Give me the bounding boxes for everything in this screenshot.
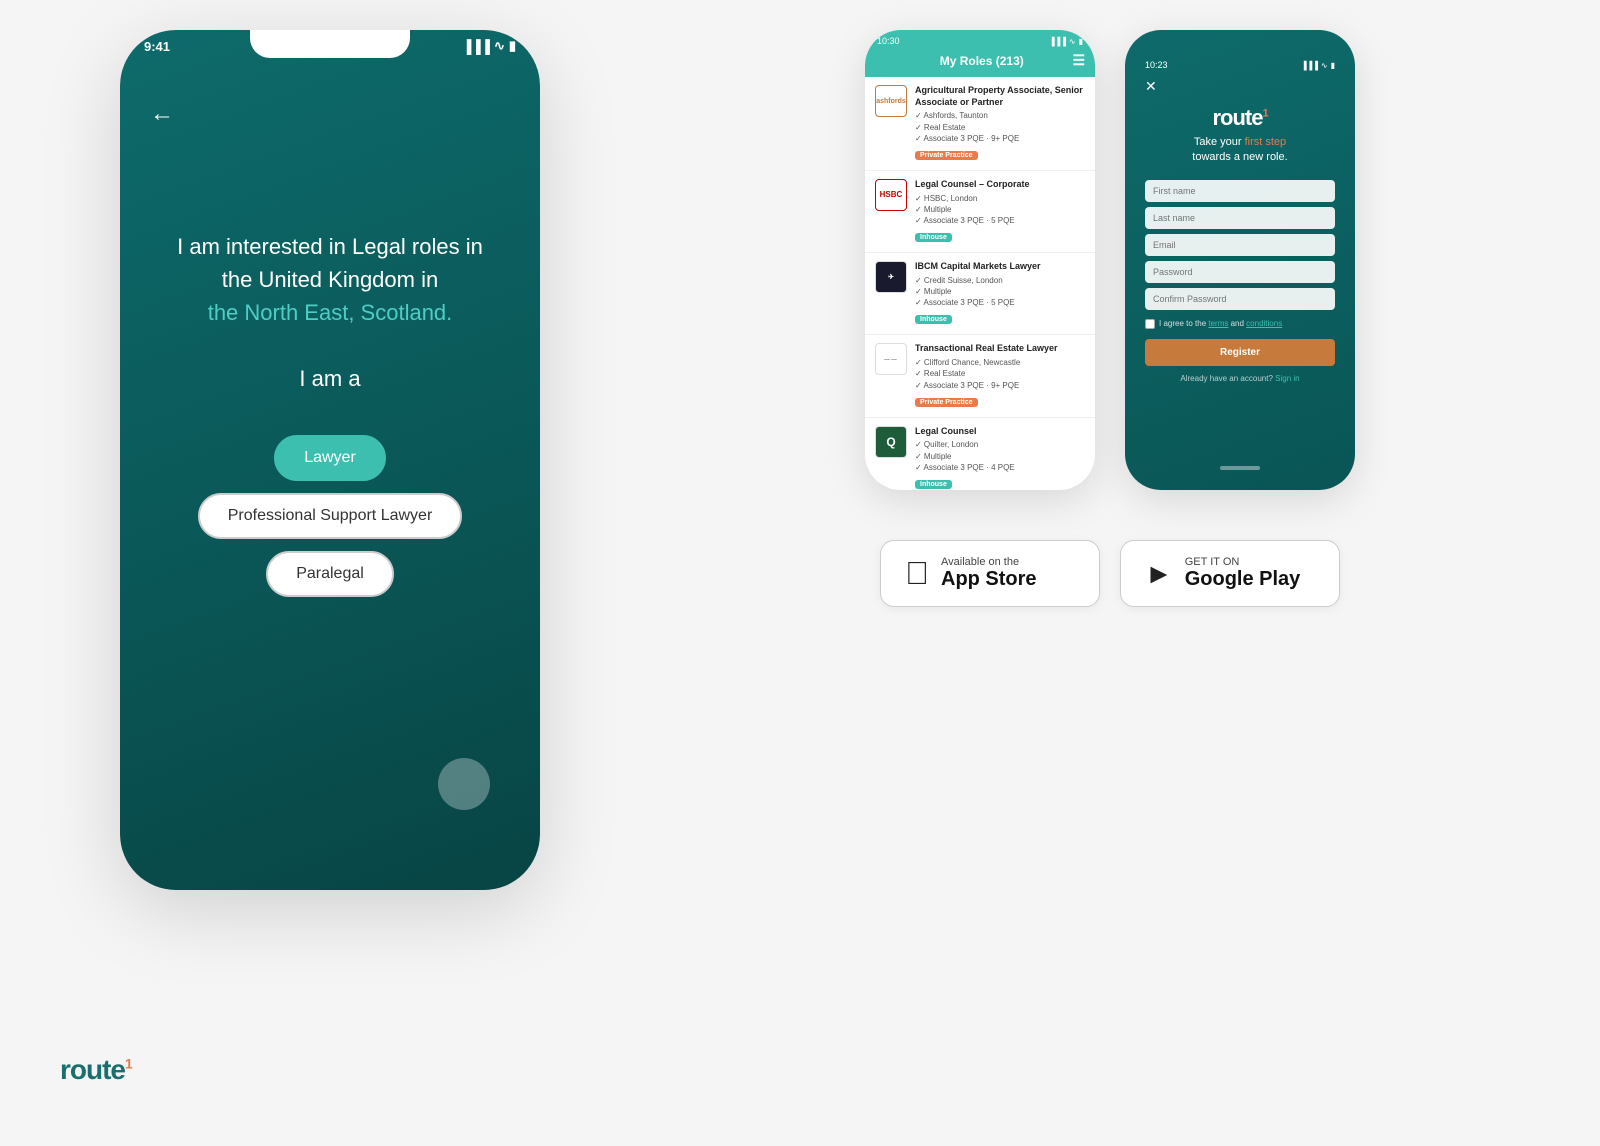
password-input[interactable] — [1145, 261, 1335, 283]
app-store-big: App Store — [941, 568, 1037, 591]
wifi-reg: ∿ — [1321, 61, 1328, 70]
brand-name: route — [60, 1054, 125, 1085]
terms-checkbox-row: I agree to the terms and conditions — [1145, 319, 1335, 329]
role-tag-1: Private Practice — [915, 151, 978, 160]
progress-indicator — [438, 758, 490, 810]
role-logo-3: ✈ — [875, 261, 907, 293]
store-buttons:  Available on the App Store ► GET IT ON… — [680, 540, 1540, 607]
role-info-5: Legal Counsel ✓ Quilter, London ✓ Multip… — [915, 426, 1085, 490]
reg-screen: 10:23 ▐▐▐ ∿ ▮ ✕ route1 Take your first s… — [1125, 30, 1355, 490]
battery-icon: ▮ — [509, 38, 516, 54]
app-store-small: Available on the — [941, 556, 1037, 568]
terms-checkbox[interactable] — [1145, 319, 1155, 329]
role-item-1[interactable]: ashfords Agricultural Property Associate… — [865, 77, 1095, 171]
brand-name-reg: route — [1212, 105, 1262, 130]
phone-left-screen: 9:41 ▐▐▐ ∿ ▮ ← I am interested in Legal … — [120, 30, 540, 890]
close-button[interactable]: ✕ — [1145, 78, 1157, 95]
paralegal-button[interactable]: Paralegal — [266, 551, 394, 597]
phone-reg: 10:23 ▐▐▐ ∿ ▮ ✕ route1 Take your first s… — [1125, 30, 1355, 490]
home-indicator-reg — [1220, 466, 1260, 470]
role-item-5[interactable]: Q Legal Counsel ✓ Quilter, London ✓ Mult… — [865, 418, 1095, 490]
psl-button[interactable]: Professional Support Lawyer — [198, 493, 463, 539]
role-tag-3: Inhouse — [915, 315, 952, 324]
role-buttons: Lawyer Professional Support Lawyer Paral… — [120, 435, 540, 597]
time-mid: 10:30 — [877, 36, 900, 46]
google-play-text: GET IT ON Google Play — [1185, 556, 1301, 591]
role-title-1: Agricultural Property Associate, Senior … — [915, 85, 1085, 108]
phone-left: 9:41 ▐▐▐ ∿ ▮ ← I am interested in Legal … — [120, 30, 540, 890]
role-tag-5: Inhouse — [915, 480, 952, 489]
battery-mid: ▮ — [1079, 37, 1083, 46]
time-reg: 10:23 — [1145, 60, 1168, 70]
brand-sup-reg: 1 — [1262, 108, 1267, 120]
role-item-4[interactable]: …… Transactional Real Estate Lawyer ✓ Cl… — [865, 335, 1095, 417]
last-name-input[interactable] — [1145, 207, 1335, 229]
sub-text: I am a — [299, 366, 360, 391]
main-question: I am interested in Legal roles in the Un… — [137, 230, 523, 395]
wifi-icon: ∿ — [494, 38, 505, 54]
phone-mid: 10:30 ▐▐▐ ∿ ▮ My Roles (213) ☰ ashfords … — [865, 30, 1095, 490]
register-button[interactable]: Register — [1145, 339, 1335, 366]
phones-row: 10:30 ▐▐▐ ∿ ▮ My Roles (213) ☰ ashfords … — [680, 30, 1540, 490]
main-text-line1: I am interested in Legal roles in — [177, 234, 483, 259]
signal-reg: ▐▐▐ — [1301, 61, 1318, 70]
role-title-4: Transactional Real Estate Lawyer — [915, 343, 1085, 355]
role-logo-1: ashfords — [875, 85, 907, 117]
app-store-text: Available on the App Store — [941, 556, 1037, 591]
first-name-input[interactable] — [1145, 180, 1335, 202]
menu-icon[interactable]: ☰ — [1072, 52, 1085, 69]
role-detail-5: ✓ Quilter, London ✓ Multiple ✓ Associate… — [915, 439, 1085, 473]
google-play-big: Google Play — [1185, 568, 1301, 591]
role-title-5: Legal Counsel — [915, 426, 1085, 438]
google-play-small: GET IT ON — [1185, 556, 1301, 568]
brand-logo: route1 — [60, 1054, 132, 1086]
battery-reg: ▮ — [1331, 61, 1335, 70]
role-tag-2: Inhouse — [915, 233, 952, 242]
role-info-2: Legal Counsel – Corporate ✓ HSBC, London… — [915, 179, 1085, 244]
role-item-3[interactable]: ✈ IBCM Capital Markets Lawyer ✓ Credit S… — [865, 253, 1095, 335]
role-detail-3: ✓ Credit Suisse, London ✓ Multiple ✓ Ass… — [915, 275, 1085, 309]
reg-status-bar: 10:23 ▐▐▐ ∿ ▮ — [1145, 60, 1335, 70]
reg-brand: route1 — [1212, 105, 1267, 131]
role-detail-2: ✓ HSBC, London ✓ Multiple ✓ Associate 3 … — [915, 193, 1085, 227]
role-info-3: IBCM Capital Markets Lawyer ✓ Credit Sui… — [915, 261, 1085, 326]
roles-title: My Roles (213) — [940, 54, 1024, 68]
signal-icon: ▐▐▐ — [462, 39, 490, 54]
highlighted-location: the North East, Scotland. — [208, 300, 453, 325]
time-left: 9:41 — [144, 39, 170, 54]
role-tag-4: Private Practice — [915, 398, 978, 407]
status-bar-left: 9:41 ▐▐▐ ∿ ▮ — [120, 38, 540, 54]
sign-in-text: Already have an account? Sign in — [1180, 374, 1299, 383]
role-info-1: Agricultural Property Associate, Senior … — [915, 85, 1085, 162]
role-title-3: IBCM Capital Markets Lawyer — [915, 261, 1085, 273]
reg-subtitle: Take your first steptowards a new role. — [1192, 135, 1287, 166]
terms-label: I agree to the terms and conditions — [1159, 319, 1282, 328]
roles-list: ashfords Agricultural Property Associate… — [865, 77, 1095, 490]
role-logo-2: HSBC — [875, 179, 907, 211]
wifi-mid: ∿ — [1069, 37, 1076, 46]
role-detail-4: ✓ Clifford Chance, Newcastle ✓ Real Esta… — [915, 357, 1085, 391]
apple-icon:  — [905, 555, 929, 592]
role-info-4: Transactional Real Estate Lawyer ✓ Cliff… — [915, 343, 1085, 408]
role-logo-5: Q — [875, 426, 907, 458]
role-detail-1: ✓ Ashfords, Taunton ✓ Real Estate ✓ Asso… — [915, 110, 1085, 144]
main-text-line2: the United Kingdom in — [222, 267, 438, 292]
lawyer-button[interactable]: Lawyer — [274, 435, 386, 481]
status-bar-mid: 10:30 ▐▐▐ ∿ ▮ — [865, 30, 1095, 46]
confirm-password-input[interactable] — [1145, 288, 1335, 310]
roles-header: My Roles (213) ☰ — [865, 46, 1095, 77]
signal-mid: ▐▐▐ — [1049, 37, 1066, 46]
role-logo-4: …… — [875, 343, 907, 375]
app-store-button[interactable]:  Available on the App Store — [880, 540, 1100, 607]
role-item-2[interactable]: HSBC Legal Counsel – Corporate ✓ HSBC, L… — [865, 171, 1095, 253]
sign-in-link[interactable]: Sign in — [1275, 374, 1299, 383]
back-arrow[interactable]: ← — [150, 100, 174, 128]
role-title-2: Legal Counsel – Corporate — [915, 179, 1085, 191]
google-play-button[interactable]: ► GET IT ON Google Play — [1120, 540, 1340, 607]
play-icon: ► — [1145, 558, 1173, 590]
email-input[interactable] — [1145, 234, 1335, 256]
brand-superscript: 1 — [125, 1056, 132, 1072]
right-section: 10:30 ▐▐▐ ∿ ▮ My Roles (213) ☰ ashfords … — [680, 30, 1540, 607]
